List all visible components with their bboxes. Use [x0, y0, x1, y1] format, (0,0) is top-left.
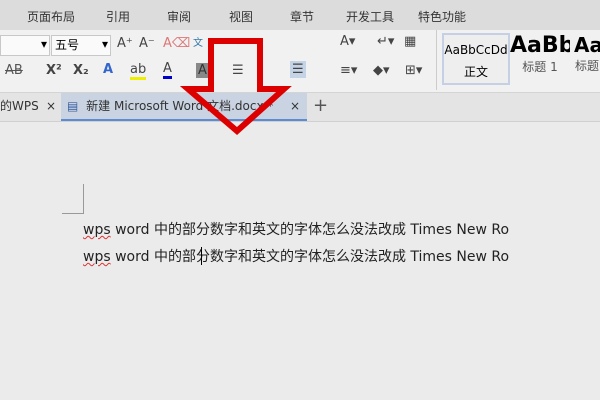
- red-arrow-annotation-icon: [179, 38, 292, 135]
